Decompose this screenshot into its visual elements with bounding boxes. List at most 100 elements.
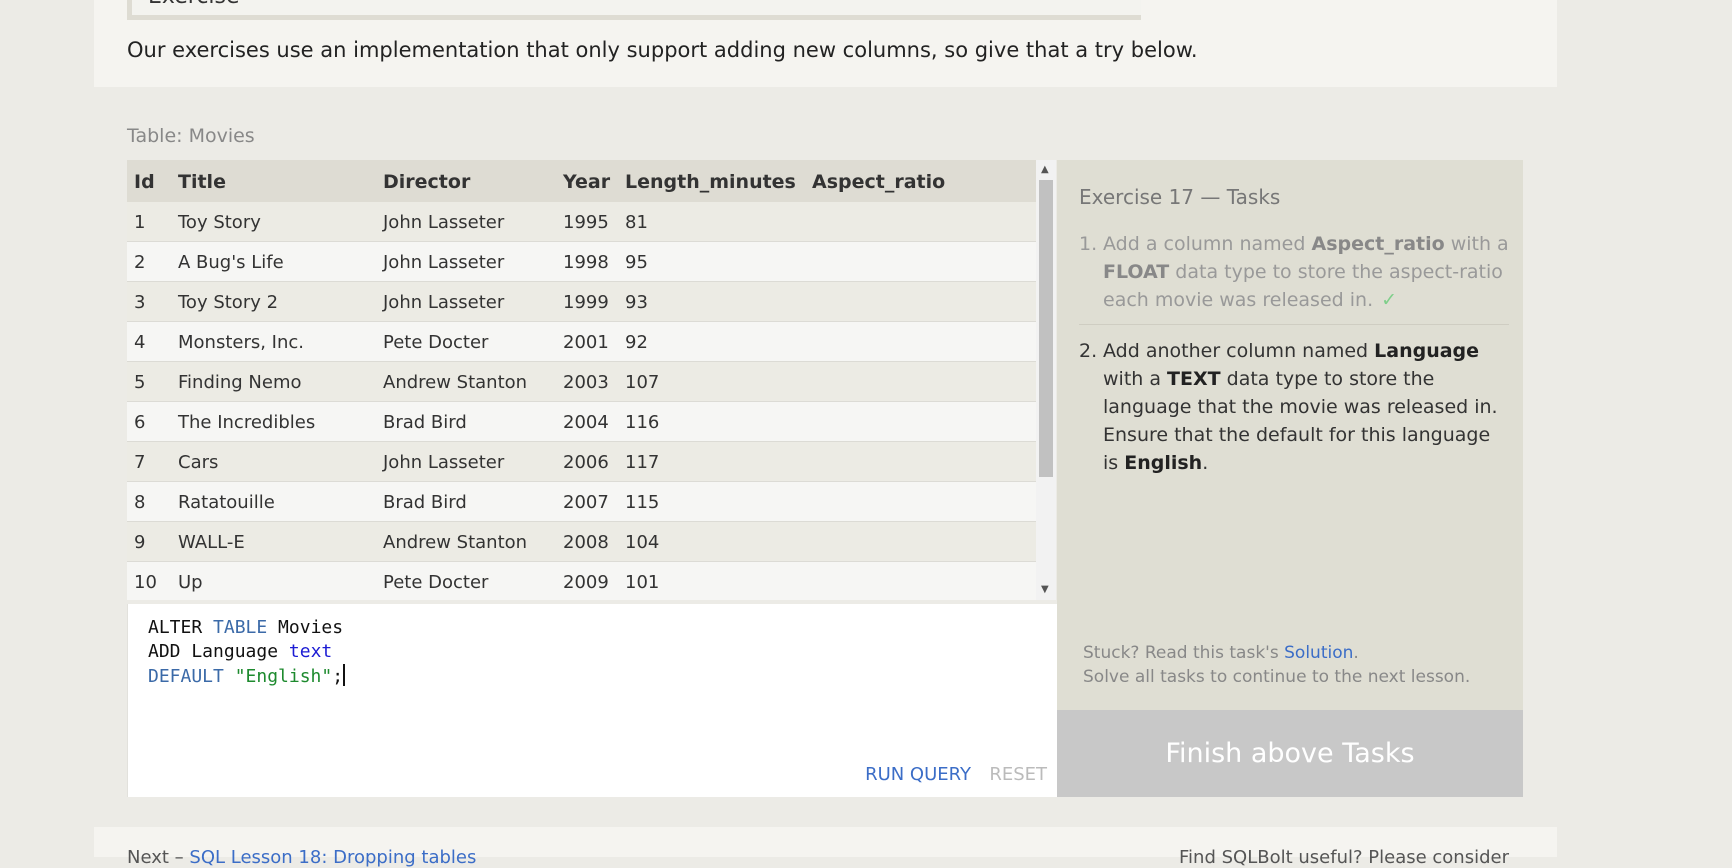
code-token: ALTER (148, 617, 214, 638)
query-editor[interactable]: ALTER TABLE Movies ADD Language text DEF… (127, 604, 1057, 797)
table-cell: 10 (134, 572, 157, 593)
table-row: 7 Cars John Lasseter 2006 117 (127, 442, 1036, 482)
next-lesson-text: Next – SQL Lesson 18: Dropping tables (127, 847, 476, 868)
exercise-heading: Exercise (148, 0, 240, 9)
table-cell: 2006 (563, 452, 609, 473)
page: Exercise Our exercises use an implementa… (94, 0, 1557, 868)
finish-tasks-button[interactable]: Finish above Tasks (1057, 710, 1523, 797)
solution-link[interactable]: Solution (1284, 643, 1353, 663)
tasks-title: Exercise 17 — Tasks (1079, 185, 1281, 209)
task-emphasis: FLOAT (1103, 261, 1170, 283)
table-cell: 1 (134, 212, 146, 233)
table-cell: Ratatouille (178, 492, 275, 513)
table-cell: 6 (134, 412, 146, 433)
table-cell: 7 (134, 452, 146, 473)
table-cell: A Bug's Life (178, 252, 284, 273)
task-text: with a (1444, 233, 1509, 255)
table-cell: 81 (625, 212, 648, 233)
table-cell: 2001 (563, 332, 609, 353)
column-header: Director (383, 171, 471, 193)
scroll-down-arrow-icon[interactable]: ▼ (1041, 584, 1049, 595)
table-row: 2 A Bug's Life John Lasseter 1998 95 (127, 242, 1036, 282)
code-token: ADD Language (148, 641, 289, 662)
table-cell: Andrew Stanton (383, 372, 528, 393)
table-cell: 2009 (563, 572, 609, 593)
task-text: with a (1103, 368, 1168, 390)
table-scrollbar[interactable]: ▲ ▼ (1036, 160, 1056, 600)
table-cell: Brad Bird (383, 492, 467, 513)
task-text: Add another column named (1103, 340, 1375, 362)
table-cell: 117 (625, 452, 660, 473)
table-cell: Toy Story (178, 212, 261, 233)
task-number: 2. (1079, 340, 1098, 362)
exercise-area: Table: Movies Id Title Director Year Length_… (94, 87, 1557, 827)
exercise-box: Exercise (127, 0, 1141, 20)
support-text: Find SQLBolt useful? Please consider (1179, 847, 1509, 868)
code-keyword: TABLE (213, 617, 268, 638)
table-cell: 1999 (563, 292, 609, 313)
code-keyword: DEFAULT (148, 666, 224, 687)
task-emphasis: English (1124, 452, 1203, 474)
code-token: Movies (267, 617, 344, 638)
column-header: Length_minutes (625, 171, 796, 193)
task-item-completed: 1. Add a column named Aspect_ratio with a… (1079, 230, 1509, 325)
table-row: 3 Toy Story 2 John Lasseter 1999 93 (127, 282, 1036, 322)
task-emphasis: Language (1374, 340, 1480, 362)
tasks-panel: Exercise 17 — Tasks 1. Add a column named… (1057, 160, 1523, 797)
table-cell: 2003 (563, 372, 609, 393)
stuck-prefix: Stuck? Read this task's (1083, 643, 1285, 663)
table-cell: 104 (625, 532, 660, 553)
task-text: . (1202, 452, 1209, 474)
table-cell: Brad Bird (383, 412, 467, 433)
table-cell: 5 (134, 372, 146, 393)
table-cell: Cars (178, 452, 219, 473)
table-cell: 9 (134, 532, 146, 553)
stuck-suffix: . (1353, 643, 1359, 663)
table-cell: 93 (625, 292, 648, 313)
table-cell: John Lasseter (383, 212, 505, 233)
table-cell: Monsters, Inc. (178, 332, 305, 353)
results-table: Id Title Director Year Length_minutes Aspect_… (127, 160, 1056, 600)
table-cell: 95 (625, 252, 648, 273)
table-row: 9 WALL-E Andrew Stanton 2008 104 (127, 522, 1036, 562)
table-cell: Pete Docter (383, 572, 489, 593)
table-cell: Pete Docter (383, 332, 489, 353)
table-cell: John Lasseter (383, 452, 505, 473)
table-cell: John Lasseter (383, 292, 505, 313)
table-cell: WALL-E (178, 532, 245, 553)
next-lesson-link[interactable]: SQL Lesson 18: Dropping tables (189, 847, 476, 868)
table-cell: 116 (625, 412, 660, 433)
scroll-thumb[interactable] (1039, 180, 1053, 477)
footer-nav: Next – SQL Lesson 18: Dropping tables Fi… (94, 829, 1557, 868)
column-header: Id (134, 171, 155, 193)
reset-button[interactable]: RESET (989, 764, 1047, 785)
code-token: ; (332, 666, 344, 687)
table-cell: 3 (134, 292, 146, 313)
table-header-row: Id Title Director Year Length_minutes Aspect_… (127, 160, 1036, 202)
table-cell: Up (178, 572, 203, 593)
table-cell: 1995 (563, 212, 609, 233)
table-row: 10 Up Pete Docter 2009 101 (127, 562, 1036, 600)
table-cell: Andrew Stanton (383, 532, 528, 553)
table-row: 5 Finding Nemo Andrew Stanton 2003 107 (127, 362, 1036, 402)
query-code[interactable]: ALTER TABLE Movies ADD Language text DEF… (148, 616, 346, 689)
table-cell: 4 (134, 332, 146, 353)
table-cell: 2 (134, 252, 146, 273)
column-header: Year (563, 171, 611, 193)
table-cell: 8 (134, 492, 146, 513)
column-header: Title (178, 171, 226, 193)
task-text: Add a column named (1103, 233, 1312, 255)
solve-all-hint: Solve all tasks to continue to the next … (1083, 667, 1471, 687)
run-query-button[interactable]: RUN QUERY (865, 764, 971, 785)
scroll-up-arrow-icon[interactable]: ▲ (1041, 164, 1049, 175)
task-item-current: 2. Add another column named Language with… (1079, 337, 1509, 477)
table-row: 8 Ratatouille Brad Bird 2007 115 (127, 482, 1036, 522)
table-cell: John Lasseter (383, 252, 505, 273)
table-cell: 2004 (563, 412, 609, 433)
table-cell: 107 (625, 372, 660, 393)
table-cell: 2007 (563, 492, 609, 513)
table-cell: Toy Story 2 (178, 292, 279, 313)
task-number: 1. (1079, 233, 1098, 255)
table-cell: The Incredibles (178, 412, 316, 433)
